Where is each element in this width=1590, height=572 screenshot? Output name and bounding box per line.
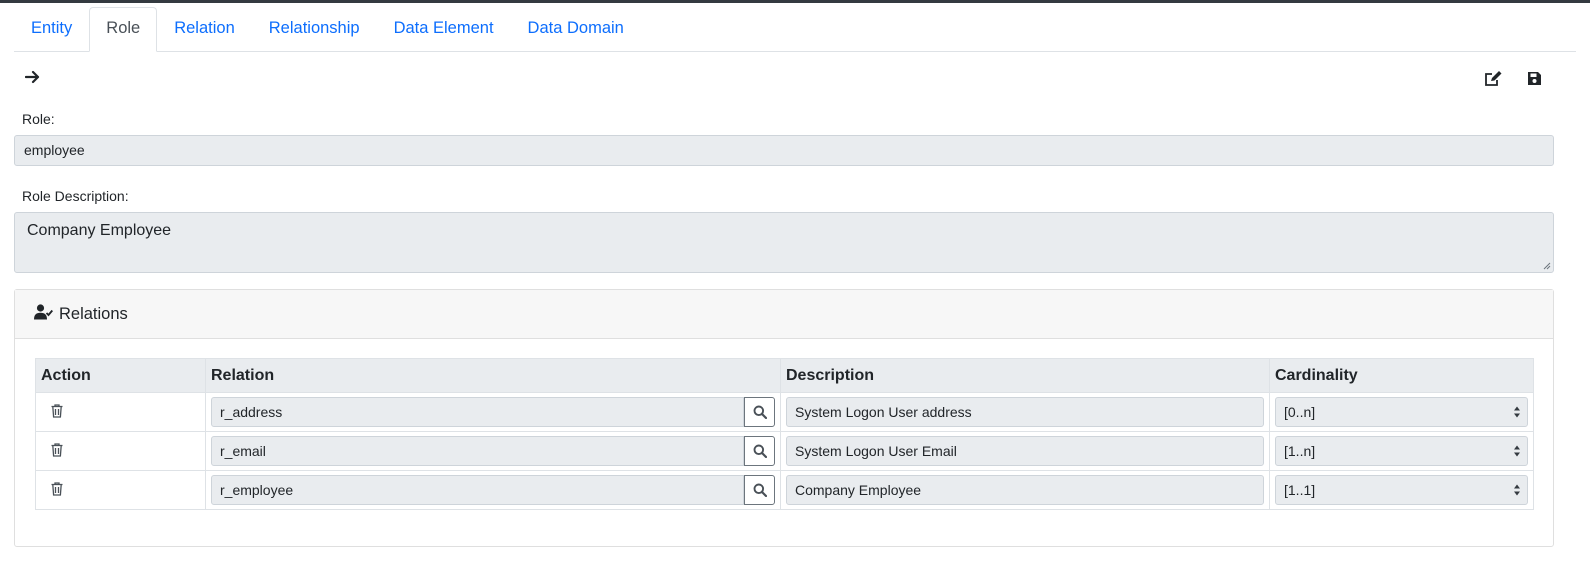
- trash-icon[interactable]: [51, 481, 63, 499]
- table-row: r_address System Logon User address [0..…: [35, 392, 1534, 432]
- tab-relationship[interactable]: Relationship: [252, 7, 377, 51]
- user-check-icon: [34, 303, 54, 325]
- action-cell: [35, 392, 206, 432]
- cardinality-select[interactable]: [1..1]: [1275, 475, 1528, 505]
- cardinality-value: [1..n]: [1284, 443, 1316, 459]
- header-cardinality: Cardinality: [1269, 358, 1534, 393]
- description-input[interactable]: Company Employee: [786, 475, 1264, 505]
- relation-cell: r_email: [205, 431, 781, 471]
- tab-role[interactable]: Role: [89, 7, 158, 52]
- description-input[interactable]: System Logon User address: [786, 397, 1264, 427]
- relation-input[interactable]: r_email: [211, 436, 744, 466]
- relation-input[interactable]: r_employee: [211, 475, 744, 505]
- table-row: r_email System Logon User Email [1..n]: [35, 431, 1534, 471]
- role-label: Role:: [22, 111, 55, 127]
- search-button[interactable]: [744, 397, 775, 427]
- cardinality-cell: [1..n]: [1269, 431, 1534, 471]
- cardinality-value: [0..n]: [1284, 404, 1316, 420]
- header-action: Action: [35, 358, 206, 393]
- relations-title: Relations: [59, 304, 128, 323]
- table-row: r_employee Company Employee [1..1]: [35, 470, 1534, 510]
- edit-icon[interactable]: [1480, 65, 1506, 91]
- relations-card: Relations Action Relation Description Ca…: [14, 289, 1554, 547]
- select-arrows-icon: [1514, 484, 1520, 496]
- relations-table: Action Relation Description Cardinality …: [35, 358, 1534, 510]
- relation-cell: r_address: [205, 392, 781, 432]
- relation-cell: r_employee: [205, 470, 781, 510]
- tab-relation[interactable]: Relation: [157, 7, 252, 51]
- description-cell: System Logon User address: [780, 392, 1270, 432]
- cardinality-cell: [1..1]: [1269, 470, 1534, 510]
- tab-entity[interactable]: Entity: [14, 7, 89, 51]
- description-cell: Company Employee: [780, 470, 1270, 510]
- action-cell: [35, 431, 206, 471]
- search-button[interactable]: [744, 475, 775, 505]
- trash-icon[interactable]: [51, 442, 63, 460]
- header-description: Description: [780, 358, 1270, 393]
- cardinality-cell: [0..n]: [1269, 392, 1534, 432]
- role-description-value: Company Employee: [27, 222, 172, 239]
- role-description-field[interactable]: Company Employee: [14, 212, 1554, 273]
- relation-input[interactable]: r_address: [211, 397, 744, 427]
- cardinality-select[interactable]: [1..n]: [1275, 436, 1528, 466]
- tab-data-domain[interactable]: Data Domain: [511, 7, 641, 51]
- header-relation: Relation: [205, 358, 781, 393]
- role-value: employee: [24, 142, 85, 158]
- relations-card-header: Relations: [15, 290, 1553, 339]
- search-icon: [753, 444, 767, 458]
- role-field[interactable]: employee: [14, 135, 1554, 166]
- role-description-label: Role Description:: [22, 188, 129, 204]
- action-cell: [35, 470, 206, 510]
- search-button[interactable]: [744, 436, 775, 466]
- select-arrows-icon: [1514, 445, 1520, 457]
- tab-bar: Entity Role Relation Relationship Data E…: [14, 7, 1576, 52]
- cardinality-select[interactable]: [0..n]: [1275, 397, 1528, 427]
- description-input[interactable]: System Logon User Email: [786, 436, 1264, 466]
- select-arrows-icon: [1514, 406, 1520, 418]
- arrow-right-icon[interactable]: [20, 64, 46, 90]
- description-cell: System Logon User Email: [780, 431, 1270, 471]
- trash-icon[interactable]: [51, 403, 63, 421]
- resize-handle-icon[interactable]: [1543, 262, 1551, 270]
- save-icon[interactable]: [1521, 65, 1547, 91]
- cardinality-value: [1..1]: [1284, 482, 1316, 498]
- search-icon: [753, 483, 767, 497]
- tab-data-element[interactable]: Data Element: [377, 7, 511, 51]
- search-icon: [753, 405, 767, 419]
